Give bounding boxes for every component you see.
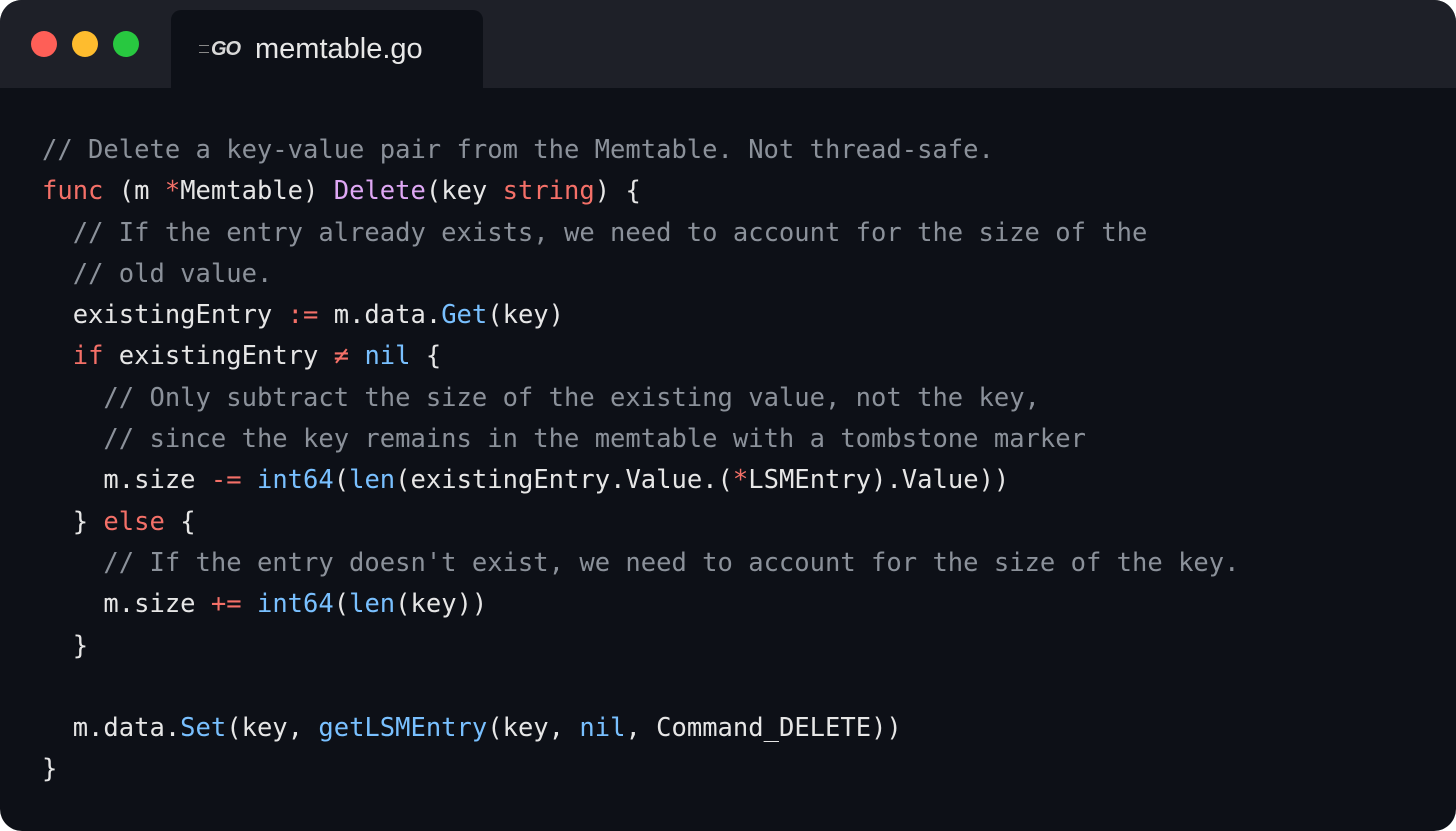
code-token: Memtable) — [180, 176, 334, 207]
code-token: (key, — [226, 713, 319, 744]
code-line: // If the entry already exists, we need … — [42, 213, 1240, 254]
code-token: (key)) — [395, 589, 488, 620]
go-logo-icon: GO — [199, 37, 243, 61]
code-token: } — [42, 754, 58, 785]
zoom-button[interactable] — [113, 31, 139, 57]
code-token: ( — [333, 465, 350, 496]
code-line: // since the key remains in the memtable… — [42, 419, 1240, 460]
code-token: Get — [441, 300, 488, 331]
code-line: } — [42, 626, 1240, 667]
code-window: GO memtable.go // Delete a key-value pai… — [0, 0, 1456, 831]
code-token: // Only subtract the size of the existin… — [103, 382, 1040, 413]
code-token: else — [103, 506, 165, 537]
code-token: ) { — [594, 176, 641, 207]
code-token: Set — [180, 713, 227, 744]
code-token: (existingEntry.Value.( — [395, 465, 733, 496]
code-token: m.size — [42, 589, 211, 620]
code-line: if existingEntry ≠ nil { — [42, 336, 1240, 377]
code-token: // If the entry already exists, we need … — [72, 217, 1148, 248]
code-token: * — [164, 176, 181, 207]
code-token: m.data. — [42, 713, 181, 744]
code-token: string — [502, 176, 595, 207]
code-token: , Command_DELETE)) — [625, 713, 902, 744]
code-token: func — [42, 176, 104, 207]
code-token: * — [732, 465, 749, 496]
code-line: m.size += int64(len(key)) — [42, 584, 1240, 625]
code-line: existingEntry := m.data.Get(key) — [42, 295, 1240, 336]
code-token: nil — [364, 341, 411, 372]
code-line: } else { — [42, 502, 1240, 543]
code-line: } — [42, 749, 1240, 790]
code-block: // Delete a key-value pair from the Memt… — [42, 130, 1240, 791]
code-token: m.data. — [318, 300, 442, 331]
code-line: // If the entry doesn't exist, we need t… — [42, 543, 1240, 584]
code-token: (m — [103, 176, 165, 207]
code-line: func (m *Memtable) Delete(key string) { — [42, 171, 1240, 212]
code-token: nil — [579, 713, 626, 744]
code-token: len — [349, 589, 396, 620]
code-token: { — [410, 341, 442, 372]
code-token: int64 — [256, 465, 334, 496]
close-button[interactable] — [31, 31, 57, 57]
code-token: LSMEntry).Value)) — [748, 465, 1010, 496]
code-line: m.size -= int64(len(existingEntry.Value.… — [42, 460, 1240, 501]
title-bar: GO memtable.go — [0, 0, 1456, 88]
code-token: if — [72, 341, 104, 372]
minimize-button[interactable] — [72, 31, 98, 57]
code-token: Delete — [333, 176, 426, 207]
code-token: getLSMEntry — [318, 713, 488, 744]
code-token: += — [210, 589, 242, 620]
code-token: (key — [425, 176, 503, 207]
code-token: // If the entry doesn't exist, we need t… — [103, 547, 1240, 578]
file-tab[interactable]: GO memtable.go — [171, 10, 483, 88]
code-token: (key) — [487, 300, 565, 331]
code-token: ≠ — [333, 341, 350, 372]
tab-title: memtable.go — [255, 32, 423, 65]
code-token: (key, — [487, 713, 580, 744]
go-logo-text: GO — [211, 37, 241, 60]
code-line: // Delete a key-value pair from the Memt… — [42, 130, 1240, 171]
code-token: } — [42, 506, 104, 537]
code-token: { — [164, 506, 196, 537]
code-token: // old value. — [72, 258, 273, 289]
code-token: } — [42, 630, 89, 661]
code-token: existingEntry — [42, 300, 288, 331]
code-line: m.data.Set(key, getLSMEntry(key, nil, Co… — [42, 708, 1240, 749]
code-token: ( — [333, 589, 350, 620]
code-token: -= — [210, 465, 242, 496]
code-token: := — [287, 300, 319, 331]
code-token: len — [349, 465, 396, 496]
code-token: // since the key remains in the memtable… — [103, 424, 1086, 455]
code-line: // old value. — [42, 254, 1240, 295]
code-token: // Delete a key-value pair from the Memt… — [42, 135, 994, 165]
code-line: // Only subtract the size of the existin… — [42, 378, 1240, 419]
code-token: existingEntry — [103, 341, 334, 372]
code-token: m.size — [42, 465, 211, 496]
code-token: int64 — [256, 589, 334, 620]
